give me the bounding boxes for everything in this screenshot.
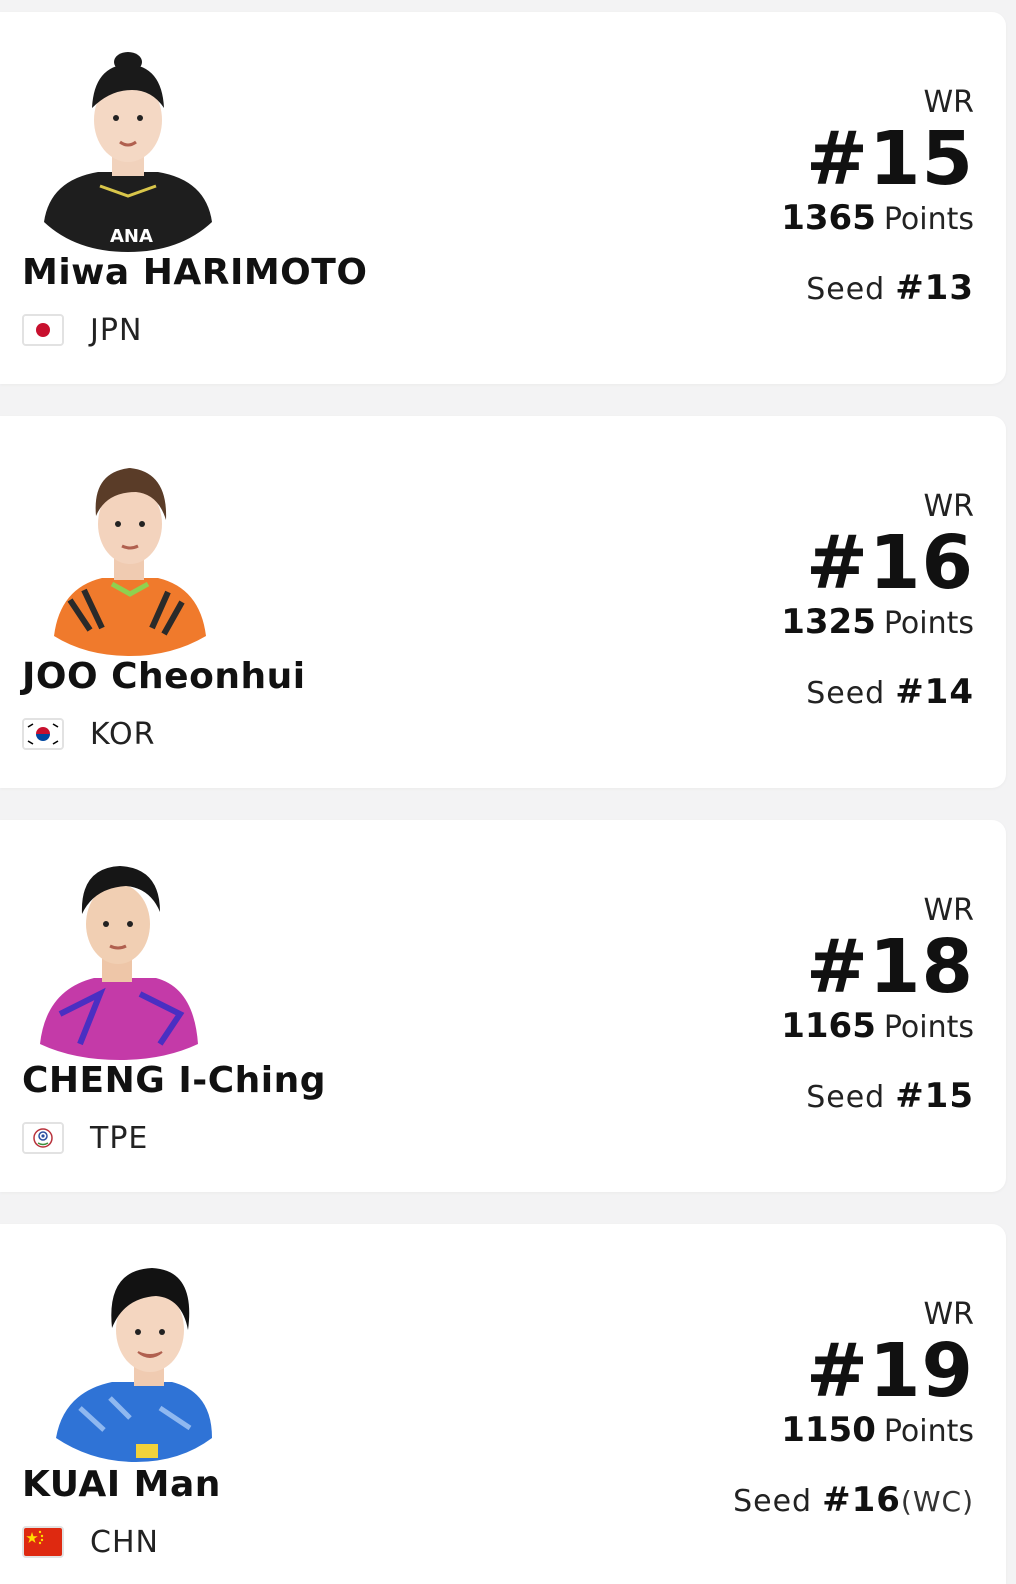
ranking-stats: WR #19 1150 Points Seed #16(WC) [733,1294,974,1524]
player-name[interactable]: KUAI Man [22,1464,221,1505]
player-country: JPN [22,310,142,350]
seed-label: Seed [806,676,886,711]
player-photo [40,1258,216,1464]
points-value: 1150 [781,1410,876,1450]
ranking-points: 1165 Points [781,1006,974,1048]
seed: Seed #15 [781,1074,974,1120]
seed-label: Seed [806,1080,886,1115]
player-country: KOR [22,714,156,754]
world-rank: #16 [806,520,974,606]
player-photo [40,450,216,656]
player-list: ANA Miwa HARIMOTO JPN WR #15 1365 Points … [0,0,1016,1584]
korea-flag-icon [22,718,64,750]
ranking-stats: WR #15 1365 Points Seed #13 [781,82,974,312]
world-rank: #19 [806,1328,974,1414]
player-name[interactable]: JOO Cheonhui [22,656,306,697]
points-value: 1365 [781,198,876,238]
points-label: Points [883,1010,974,1045]
seed-value: #15 [895,1076,974,1116]
country-code: TPE [90,1120,149,1156]
seed: Seed #14 [781,670,974,716]
chinese-taipei-flag-icon [22,1122,64,1154]
player-card[interactable]: KUAI Man CHN WR #19 1150 Points Seed #16(W… [0,1224,1006,1584]
seed-value: #16 [822,1480,901,1520]
points-label: Points [883,606,974,641]
player-card[interactable]: JOO Cheonhui KOR WR #16 1325 Points Seed… [0,416,1006,788]
ranking-points: 1325 Points [781,602,974,644]
points-value: 1165 [781,1006,876,1046]
player-name[interactable]: Miwa HARIMOTO [22,252,367,293]
ranking-stats: WR #18 1165 Points Seed #15 [781,890,974,1120]
points-value: 1325 [781,602,876,642]
seed-value: #14 [895,672,974,712]
japan-flag-icon [22,314,64,346]
country-code: JPN [90,312,143,348]
seed-extra: (WC) [900,1485,974,1518]
country-code: KOR [90,716,156,752]
player-photo: ANA [40,46,216,252]
seed-label: Seed [733,1484,813,1519]
seed-label: Seed [806,272,886,307]
world-rank: #18 [806,924,974,1010]
points-label: Points [883,202,974,237]
ranking-stats: WR #16 1325 Points Seed #14 [781,486,974,716]
ranking-points: 1365 Points [781,198,974,240]
player-card[interactable]: CHENG I-Ching TPE WR #18 1165 Points Seed… [0,820,1006,1192]
player-country: CHN [22,1522,159,1562]
ranking-points: 1150 Points [733,1410,974,1452]
player-name[interactable]: CHENG I-Ching [22,1060,326,1101]
player-card[interactable]: ANA Miwa HARIMOTO JPN WR #15 1365 Points … [0,12,1006,384]
seed-value: #13 [895,268,974,308]
world-rank: #15 [806,116,974,202]
seed: Seed #16(WC) [733,1478,974,1524]
country-code: CHN [90,1524,159,1560]
china-flag-icon [22,1526,64,1558]
seed: Seed #13 [781,266,974,312]
svg-text:ANA: ANA [110,226,153,247]
points-label: Points [883,1414,974,1449]
player-country: TPE [22,1118,148,1158]
player-photo [40,854,216,1060]
